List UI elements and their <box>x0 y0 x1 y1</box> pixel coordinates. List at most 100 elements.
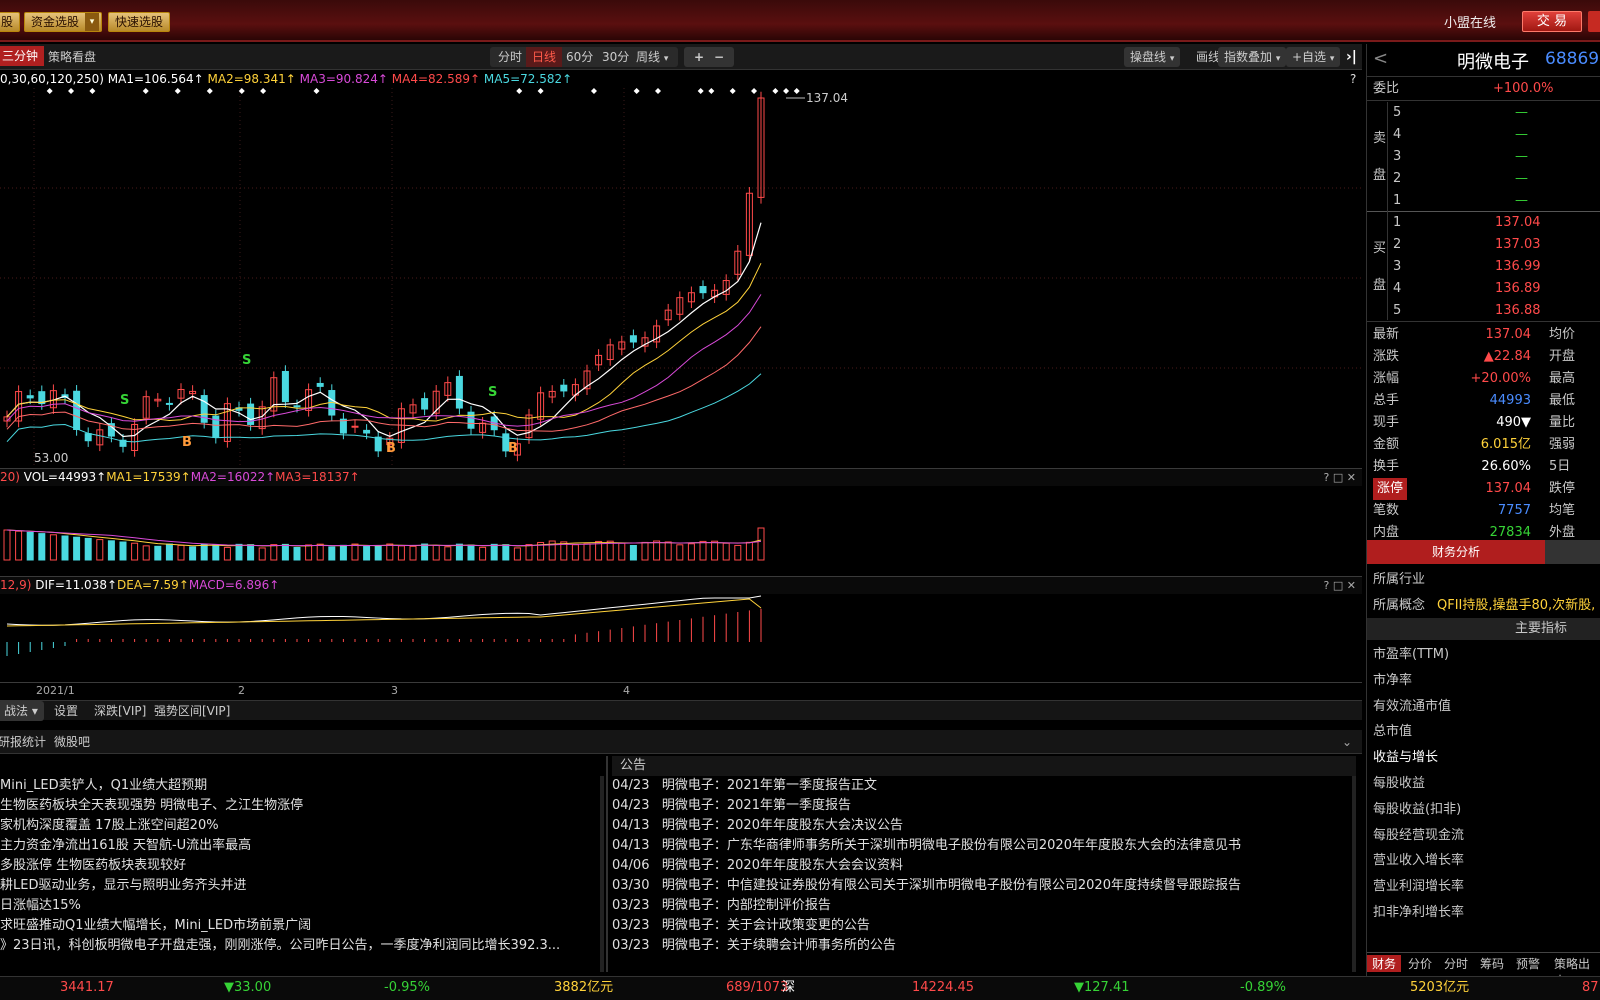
announcement-item[interactable]: 04/13 明微电子：2020年年度股东大会决议公告 <box>612 816 1356 836</box>
tab-strategy[interactable]: 策略看盘 <box>42 47 102 67</box>
sell-level[interactable]: 1— <box>1367 190 1600 212</box>
announcement-item[interactable]: 03/23 明微电子：关于续聘会计师事务所的公告 <box>612 936 1356 956</box>
event-diamond-icon[interactable] <box>590 88 597 94</box>
event-diamond-icon[interactable] <box>793 88 800 94</box>
right-tab[interactable]: 策略出击 <box>1549 955 1600 976</box>
back-icon[interactable]: < <box>1373 48 1388 69</box>
tab-three-minute[interactable]: 三分钟 <box>0 46 45 66</box>
stat-row: 涨停 137.04 跌停 <box>1367 478 1600 500</box>
indicator-item[interactable]: 每股收益(扣非) <box>1367 799 1600 821</box>
fund-select-button[interactable]: 资金选股 ▾ <box>24 12 103 32</box>
buy-level[interactable]: 1 137.04 <box>1367 212 1600 234</box>
quick-select-button[interactable]: 快速选股 <box>108 12 171 32</box>
indicator-item[interactable]: 营业收入增长率 <box>1367 850 1600 872</box>
buy-level[interactable]: 2 137.03 <box>1367 234 1600 256</box>
event-diamond-icon[interactable] <box>633 88 640 94</box>
right-tab[interactable]: 分时 <box>1439 955 1473 972</box>
event-diamond-icon[interactable] <box>68 88 75 94</box>
event-diamond-icon[interactable] <box>751 88 758 94</box>
event-diamond-icon[interactable] <box>313 88 320 94</box>
event-diamond-icon[interactable] <box>46 88 53 94</box>
sell-level[interactable]: 2— <box>1367 168 1600 190</box>
right-tab[interactable]: 预警 <box>1511 955 1545 972</box>
indicator-item[interactable]: 收益与增长 <box>1367 747 1600 769</box>
tab-financial-analysis[interactable]: 财务分析 <box>1367 540 1545 564</box>
scrollbar[interactable] <box>600 776 604 972</box>
event-diamond-icon[interactable] <box>697 88 704 94</box>
deep-fall-button[interactable]: 深跌[VIP] <box>94 701 146 721</box>
index-overlay-dropdown[interactable]: 指数叠加 ▾ <box>1218 47 1287 67</box>
tab-weekly[interactable]: 周线 ▾ <box>630 47 674 67</box>
event-diamond-icon[interactable] <box>729 88 736 94</box>
collapse-news-icon[interactable]: ⌄ <box>1342 730 1352 754</box>
tab-micro-forum[interactable]: 微股吧 <box>54 730 90 754</box>
zoom-out-button[interactable]: − <box>708 47 730 67</box>
indicator-item[interactable]: 有效流通市值 <box>1367 696 1600 718</box>
tab-60min[interactable]: 60分 <box>560 47 599 67</box>
event-diamond-icon[interactable] <box>89 88 96 94</box>
stock-select-button[interactable]: 股 <box>0 12 21 32</box>
panel-controls[interactable]: ? □ ✕ <box>1324 577 1356 594</box>
news-item[interactable]: 多股涨停 生物医药板块表现较好 <box>0 856 600 876</box>
indicator-item[interactable]: 市净率 <box>1367 670 1600 692</box>
announcement-item[interactable]: 04/23 明微电子：2021年第一季度报告 <box>612 796 1356 816</box>
operation-line-dropdown[interactable]: 操盘线 ▾ <box>1124 47 1181 67</box>
news-item[interactable]: 主力资金净流出161股 天智航-U流出率最高 <box>0 836 600 856</box>
event-diamond-icon[interactable] <box>516 88 523 94</box>
collapse-panel-icon[interactable]: ›| <box>1340 47 1363 67</box>
event-diamond-icon[interactable] <box>174 88 181 94</box>
announcement-item[interactable]: 03/23 明微电子：关于会计政策变更的公告 <box>612 916 1356 936</box>
indicator-item[interactable]: 总市值 <box>1367 721 1600 743</box>
news-item[interactable]: Mini_LED卖铲人，Q1业绩大超预期 <box>0 776 600 796</box>
tab-daily[interactable]: 日线 <box>526 47 563 67</box>
announcement-item[interactable]: 03/23 明微电子：内部控制评价报告 <box>612 896 1356 916</box>
buy-level[interactable]: 3 136.99 <box>1367 256 1600 278</box>
strong-range-button[interactable]: 强势区间[VIP] <box>154 701 230 721</box>
add-watchlist-dropdown[interactable]: +自选 ▾ <box>1286 47 1341 67</box>
settings-button[interactable]: 设置 <box>54 701 78 721</box>
sell-level[interactable]: 4— <box>1367 124 1600 146</box>
buy-level[interactable]: 4 136.89 <box>1367 278 1600 300</box>
event-diamond-icon[interactable] <box>260 88 267 94</box>
sell-level[interactable]: 3— <box>1367 146 1600 168</box>
event-diamond-icon[interactable] <box>783 88 790 94</box>
announcement-item[interactable]: 04/06 明微电子：2020年年度股东大会会议资料 <box>612 856 1356 876</box>
news-item[interactable]: 日涨幅达15% <box>0 896 600 916</box>
trade-button[interactable]: 交 易 <box>1522 11 1582 32</box>
event-diamond-icon[interactable] <box>537 88 544 94</box>
tab-intraday[interactable]: 分时 <box>492 47 528 67</box>
announcement-item[interactable]: 04/13 明微电子：广东华商律师事务所关于深圳市明微电子股份有限公司2020年… <box>612 836 1356 856</box>
indicator-item[interactable]: 市盈率(TTM) <box>1367 644 1600 666</box>
buy-level[interactable]: 5 136.88 <box>1367 300 1600 322</box>
indicator-item[interactable]: 每股收益 <box>1367 773 1600 795</box>
tab-placeholder[interactable] <box>1545 540 1600 564</box>
indicator-item[interactable]: 扣非净利增长率 <box>1367 902 1600 924</box>
right-tab[interactable]: 财务 <box>1367 955 1402 972</box>
news-item[interactable]: 求旺盛推动Q1业绩大幅增长，Mini_LED市场前景广阔 <box>0 916 600 936</box>
strategy-dropdown[interactable]: 战法 ▾ <box>0 701 44 721</box>
trade-extra-button[interactable] <box>1588 11 1600 32</box>
event-diamond-icon[interactable] <box>654 88 661 94</box>
announcement-item[interactable]: 04/23 明微电子：2021年第一季度报告正文 <box>612 776 1356 796</box>
event-diamond-icon[interactable] <box>206 88 213 94</box>
event-diamond-icon[interactable] <box>772 88 779 94</box>
zoom-in-button[interactable]: + <box>688 47 710 67</box>
announcement-item[interactable]: 03/30 明微电子：中信建投证券股份有限公司关于深圳市明微电子股份有限公司20… <box>612 876 1356 896</box>
help-icon[interactable]: ? <box>1350 70 1356 88</box>
event-diamond-icon[interactable] <box>142 88 149 94</box>
news-item[interactable]: 家机构深度覆盖 17股上涨空间超20% <box>0 816 600 836</box>
stat-row: 最新 137.04 均价 <box>1367 324 1600 346</box>
panel-controls[interactable]: ? □ ✕ <box>1324 469 1356 486</box>
kline-chart[interactable]: 137.04 53.00 S S S B B B <box>0 88 1362 468</box>
indicator-item[interactable]: 营业利润增长率 <box>1367 876 1600 898</box>
vol-ma3: MA3=18137↑ <box>275 470 360 484</box>
news-item[interactable]: 生物医药板块全天表现强势 明微电子、之江生物涨停 <box>0 796 600 816</box>
news-item[interactable]: 》23日讯，科创板明微电子开盘走强，刚刚涨停。公司昨日公告，一季度净利润同比增长… <box>0 936 600 956</box>
event-diamond-icon[interactable] <box>708 88 715 94</box>
news-item[interactable]: 耕LED驱动业务，显示与照明业务齐头并进 <box>0 876 600 896</box>
indicator-item[interactable]: 每股经营现金流 <box>1367 825 1600 847</box>
sell-level[interactable]: 5— <box>1367 102 1600 124</box>
right-tab[interactable]: 分价 <box>1403 955 1437 972</box>
right-tab[interactable]: 筹码 <box>1475 955 1509 972</box>
tab-research-stats[interactable]: 研报统计 <box>0 730 46 754</box>
